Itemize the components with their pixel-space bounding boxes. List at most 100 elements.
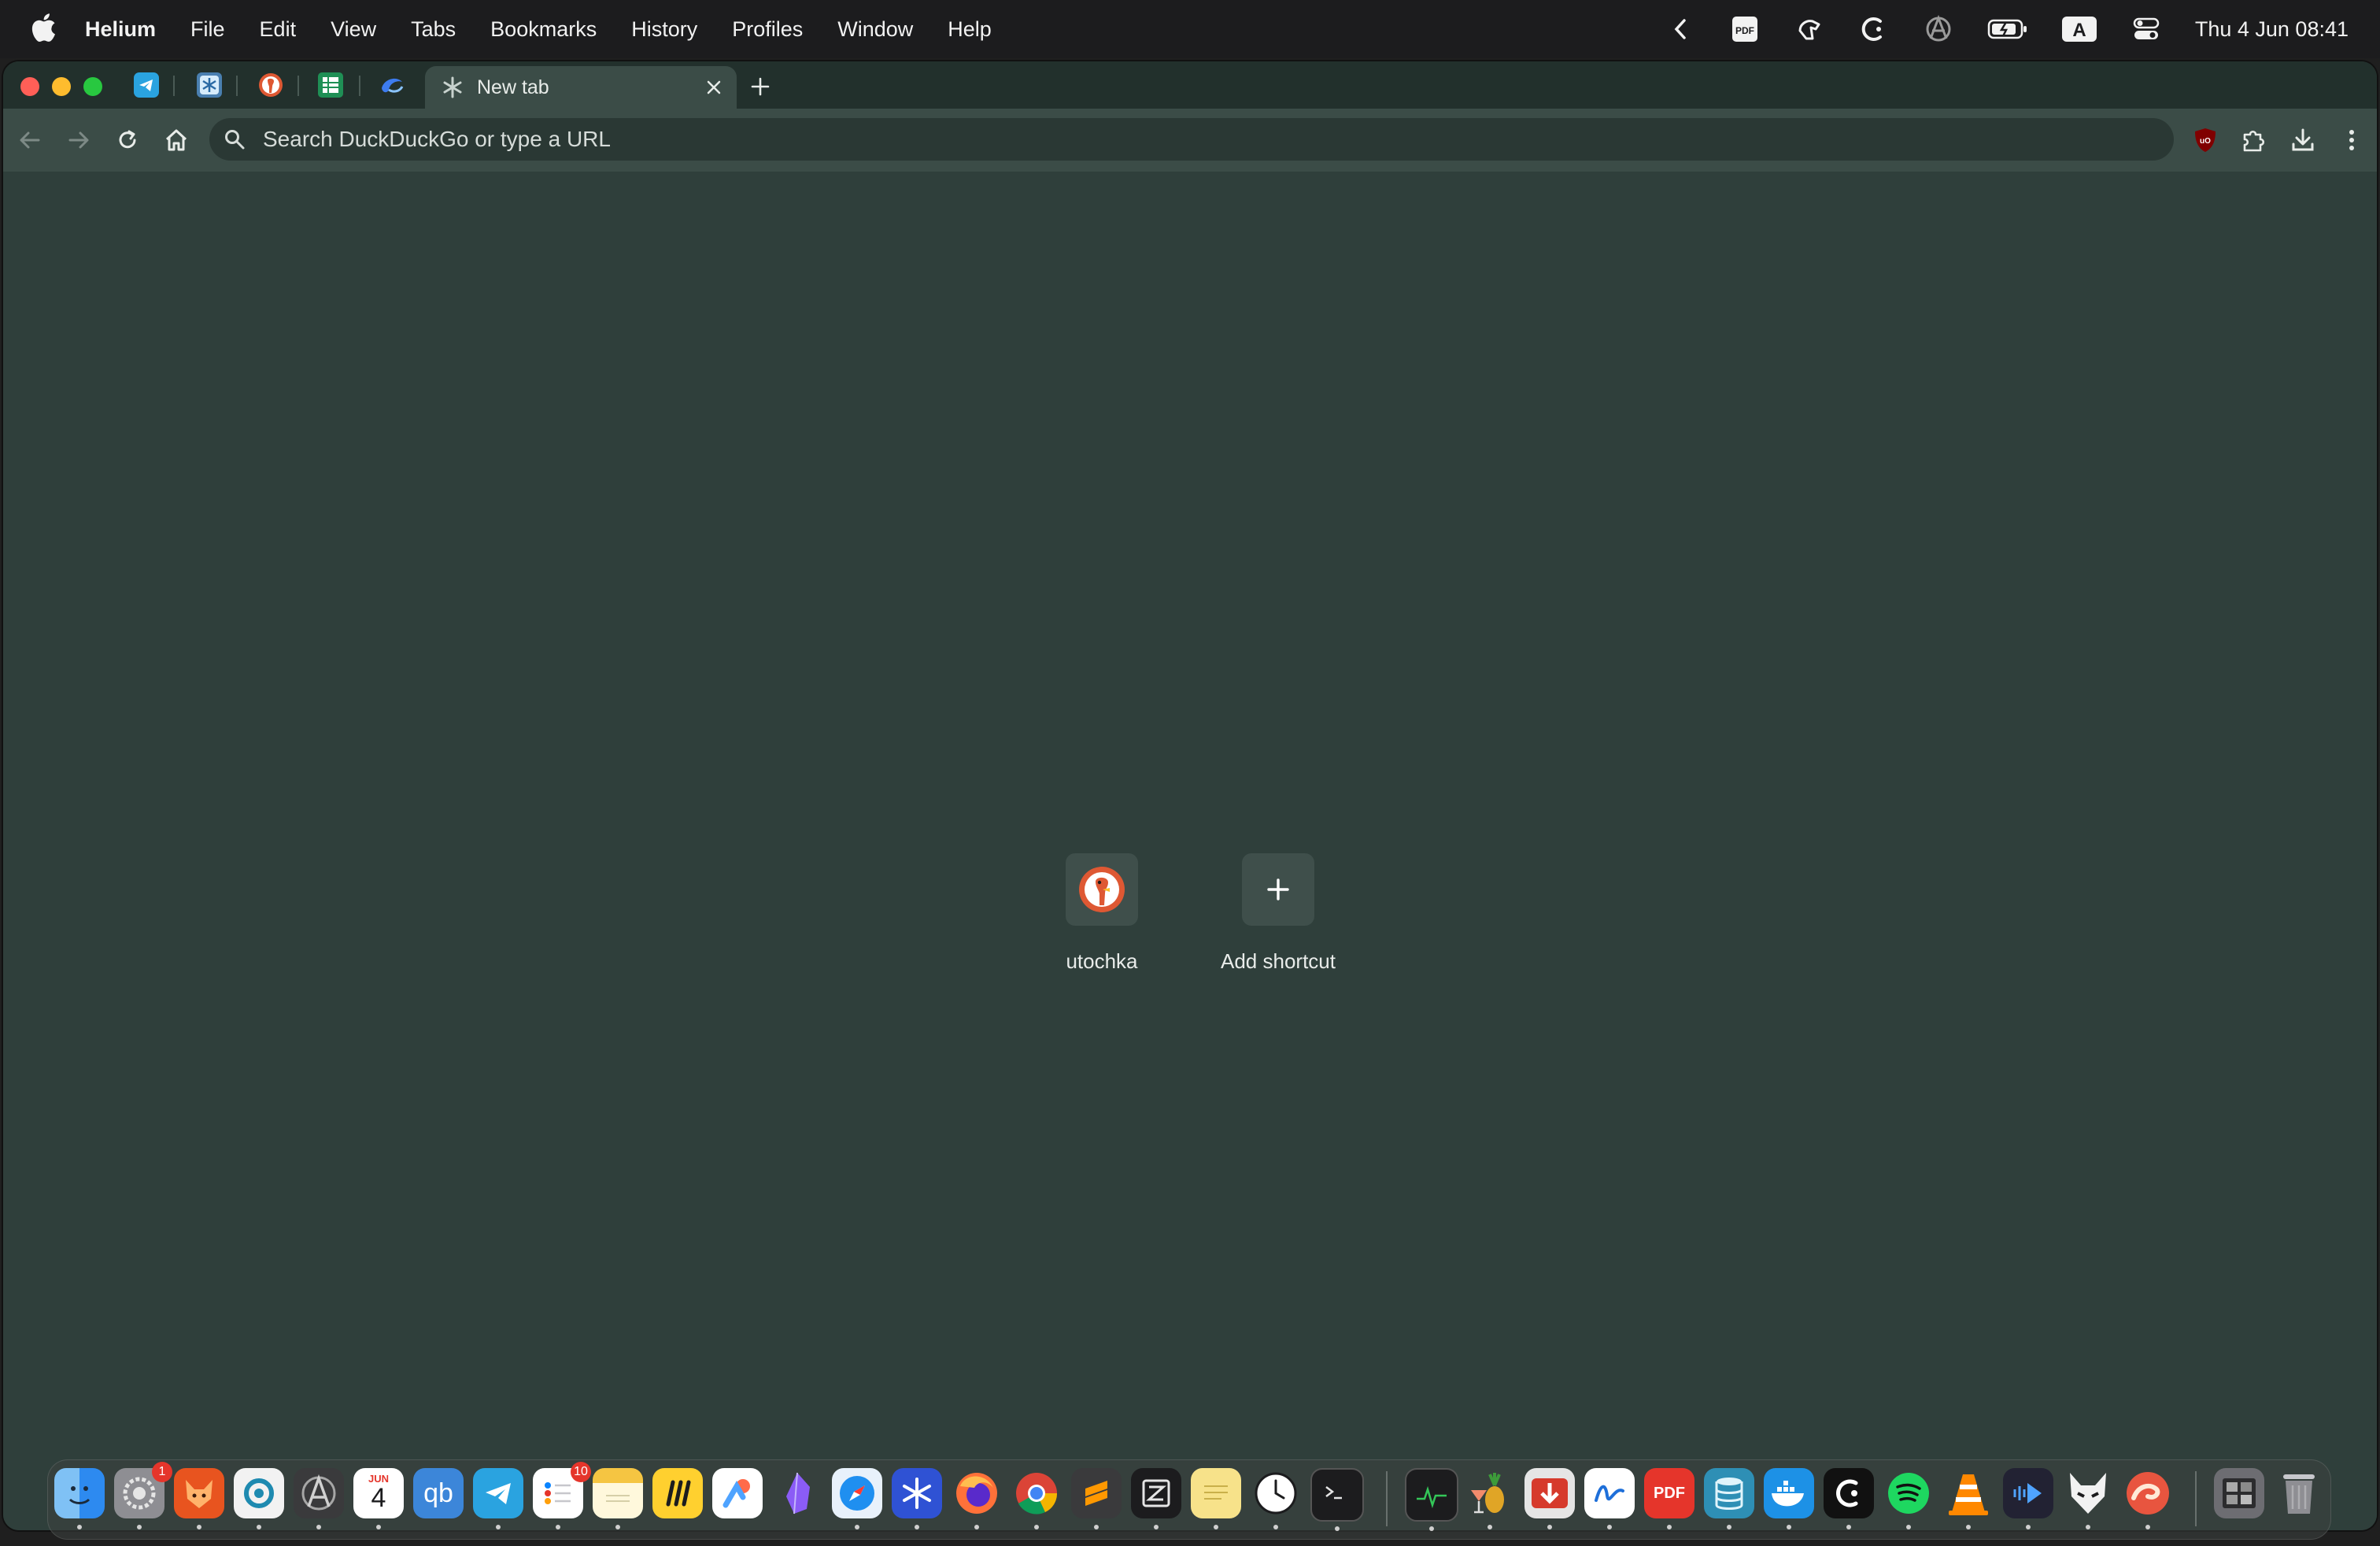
pinned-tab-telegram[interactable] (131, 69, 162, 101)
dock-docker[interactable] (1764, 1468, 1814, 1529)
menu-tabs[interactable]: Tabs (411, 17, 456, 42)
dock-fox-app[interactable] (174, 1468, 224, 1529)
dock-telegram[interactable] (473, 1468, 523, 1529)
dock-clock[interactable] (1251, 1468, 1301, 1529)
shortcut-label: Add shortcut (1221, 949, 1336, 973)
dock-notes[interactable] (593, 1468, 643, 1529)
compass-icon (301, 1474, 336, 1511)
menu-help[interactable]: Help (948, 17, 992, 42)
dock-miro[interactable] (652, 1468, 703, 1518)
download-arrow-icon (1532, 1478, 1568, 1508)
back-button[interactable] (14, 124, 46, 156)
browser-menu-button[interactable] (2336, 124, 2367, 156)
dock-system-settings[interactable]: 1 (114, 1462, 172, 1529)
input-source-icon[interactable]: A (2061, 13, 2097, 45)
menu-profiles[interactable]: Profiles (732, 17, 803, 42)
dock-firefox[interactable] (952, 1468, 1002, 1529)
zed-icon (1142, 1479, 1170, 1507)
asterisk-icon (903, 1478, 931, 1509)
dock-cocktail-app[interactable] (1465, 1468, 1515, 1529)
pinned-tab-duckduckgo[interactable] (255, 69, 286, 101)
dock-crescent-app[interactable] (1824, 1468, 1874, 1529)
shortcut-add[interactable]: Add shortcut (1199, 853, 1357, 974)
tab-separator (359, 76, 360, 96)
menu-bookmarks[interactable]: Bookmarks (490, 17, 597, 42)
apple-menu-icon[interactable] (28, 11, 57, 44)
chevron-left-icon[interactable] (1665, 13, 1696, 45)
close-window-button[interactable] (20, 77, 39, 96)
crescent-icon (1836, 1479, 1858, 1507)
pinned-tab-edge[interactable] (376, 69, 408, 101)
dock-audio-app[interactable] (2003, 1468, 2053, 1529)
dock-stickies[interactable] (1191, 1468, 1241, 1529)
dock-trash[interactable] (2274, 1468, 2324, 1518)
menu-history[interactable]: History (631, 17, 697, 42)
miro-icon (666, 1480, 691, 1507)
pinned-tab-snowflake[interactable] (194, 69, 225, 101)
dock-safari[interactable] (832, 1468, 882, 1529)
home-button[interactable] (161, 124, 192, 156)
ublock-origin-button[interactable]: uO (2190, 124, 2221, 156)
activity-graph-icon (1417, 1485, 1447, 1509)
traffic-cone-icon (1949, 1474, 1988, 1515)
notification-badge: 10 (571, 1462, 591, 1482)
dock-qbittorrent[interactable]: qb (413, 1468, 464, 1518)
menu-view[interactable]: View (331, 17, 376, 42)
menu-app-helium[interactable]: Helium (85, 17, 156, 42)
forward-button[interactable] (63, 124, 94, 156)
dock-database-app[interactable] (1704, 1468, 1754, 1529)
dock-figma-app[interactable] (712, 1468, 763, 1518)
add-shortcut-tile[interactable] (1242, 853, 1314, 926)
downloads-button[interactable] (2287, 124, 2319, 156)
dock-chrome[interactable] (1011, 1468, 1062, 1529)
dock-activity-monitor[interactable] (1405, 1468, 1458, 1531)
reload-button[interactable] (112, 124, 143, 156)
dock-finder[interactable] (54, 1468, 105, 1529)
menu-file[interactable]: File (190, 17, 225, 42)
dock-recent-stack[interactable] (2214, 1468, 2264, 1518)
extensions-button[interactable] (2238, 124, 2270, 156)
dock-lens-app[interactable] (234, 1468, 284, 1529)
minimize-window-button[interactable] (52, 77, 71, 96)
control-center-icon[interactable] (2131, 13, 2162, 45)
address-bar[interactable] (209, 118, 2174, 161)
dock-vlc[interactable] (1943, 1468, 1994, 1529)
dock-freeform[interactable] (1584, 1468, 1635, 1529)
menubar-clock[interactable]: Thu 4 Jun 08:41 (2195, 17, 2349, 42)
dock-sublime-text[interactable] (1071, 1468, 1122, 1529)
more-vertical-icon (2349, 130, 2354, 150)
dock-reminders[interactable]: 10 (533, 1462, 591, 1529)
dock-zed-editor[interactable] (1131, 1468, 1181, 1529)
dock-obsidian[interactable] (772, 1468, 822, 1518)
new-tab-page: utochka Add shortcut (3, 172, 2377, 1530)
tab-new-tab[interactable]: New tab (425, 66, 737, 109)
zoom-window-button[interactable] (83, 77, 102, 96)
hand-pointer-icon[interactable] (1794, 13, 1825, 45)
asterisk-icon (443, 76, 462, 98)
dock-downloader-app[interactable] (1524, 1468, 1575, 1529)
close-tab-icon[interactable] (702, 76, 726, 99)
menu-window[interactable]: Window (837, 17, 913, 42)
dock-terminal[interactable] (1310, 1468, 1364, 1531)
dock-wolf-app[interactable] (2063, 1468, 2113, 1529)
address-input[interactable] (261, 126, 2075, 153)
arrow-left-icon (20, 131, 40, 149)
dock-instruments-app[interactable] (294, 1468, 344, 1529)
battery-icon[interactable] (1987, 13, 2028, 45)
menu-edit[interactable]: Edit (260, 17, 297, 42)
crescent-icon[interactable] (1858, 13, 1890, 45)
notification-badge: 1 (152, 1462, 172, 1482)
dock-snake-app[interactable] (2123, 1468, 2173, 1529)
pinned-tab-spreadsheet[interactable] (315, 69, 346, 101)
anarchy-icon[interactable] (1923, 13, 1954, 45)
dock-spotify[interactable] (1883, 1468, 1934, 1529)
database-icon (1715, 1478, 1743, 1510)
dock-pdf-app[interactable]: PDF (1644, 1468, 1694, 1529)
shortcut-utochka[interactable]: utochka (1023, 853, 1181, 974)
dock-snowflake-app[interactable] (892, 1468, 942, 1529)
new-tab-button[interactable] (746, 72, 774, 101)
shortcut-tile[interactable] (1066, 853, 1138, 926)
qb-label: qb (423, 1478, 453, 1508)
dock-calendar[interactable]: JUN 4 (353, 1468, 404, 1529)
pdf-icon[interactable]: PDF (1729, 13, 1761, 45)
